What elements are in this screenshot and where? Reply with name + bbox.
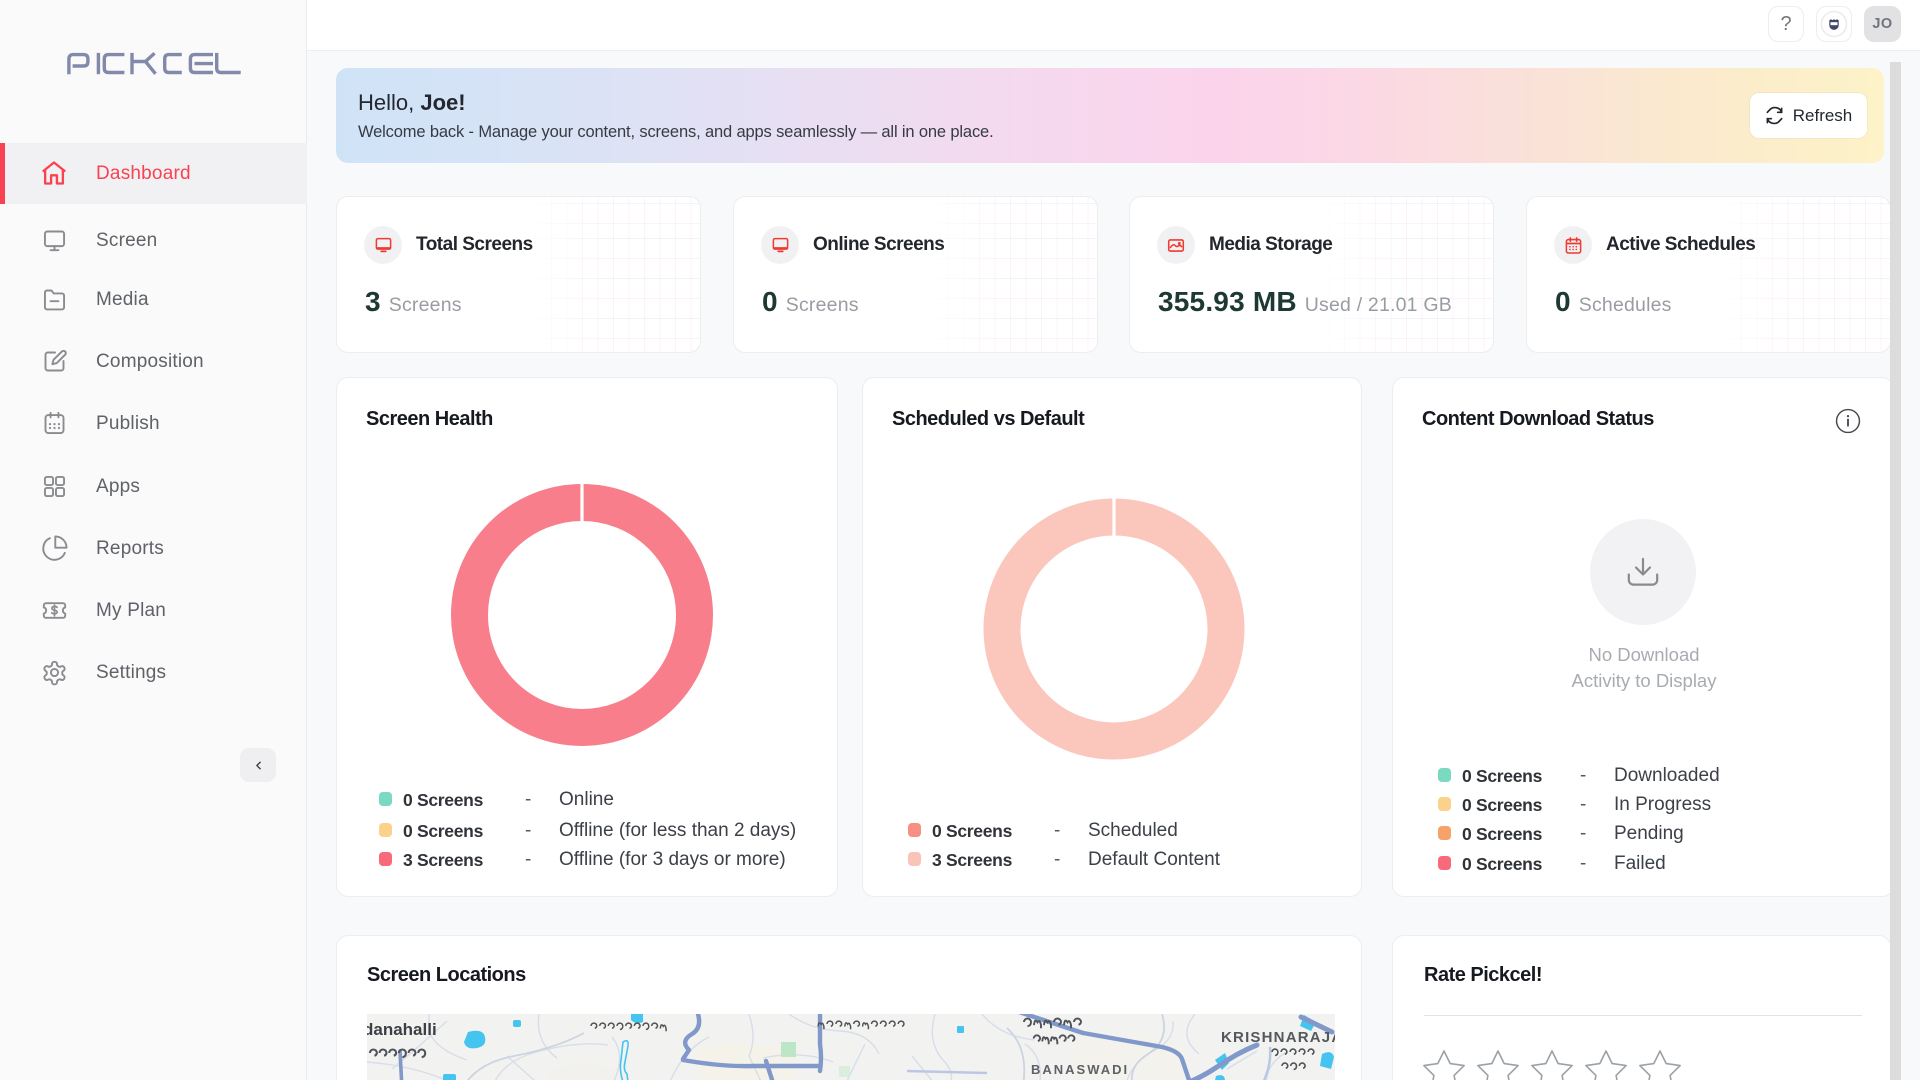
svg-text:danahalli: danahalli bbox=[367, 1020, 437, 1039]
svg-text:KRISHNARAJAPU: KRISHNARAJAPU bbox=[1221, 1029, 1335, 1046]
svg-text:BANASWADI: BANASWADI bbox=[1031, 1062, 1129, 1077]
